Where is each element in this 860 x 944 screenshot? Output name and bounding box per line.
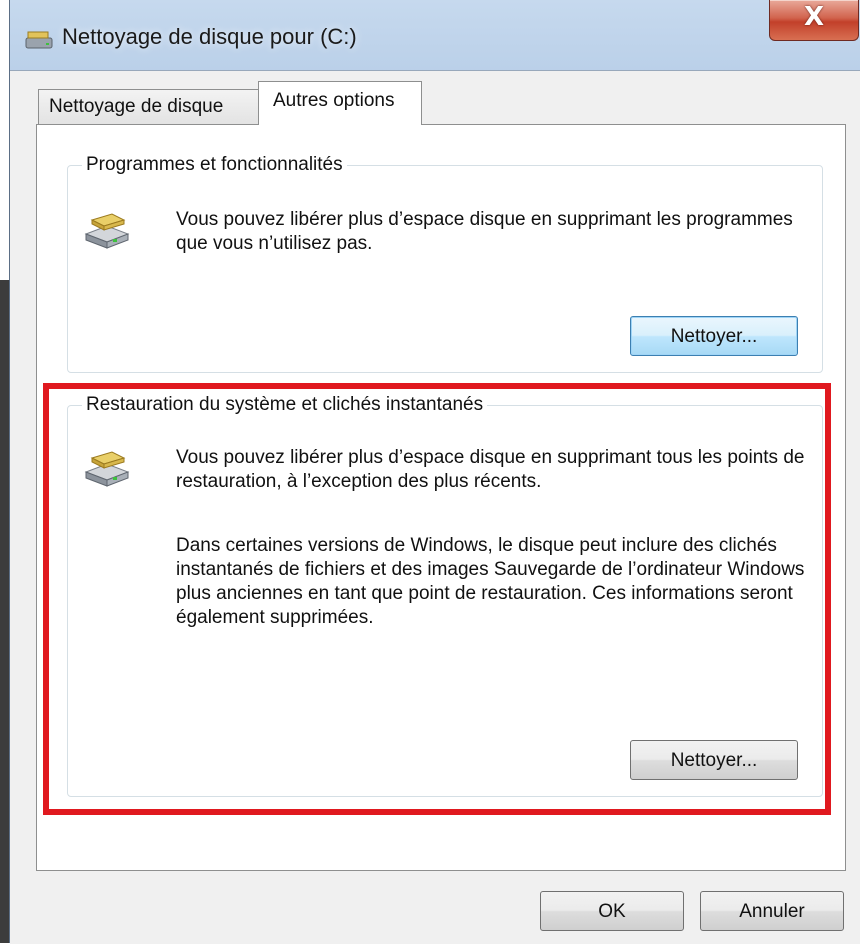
group-restauration-systeme: Restauration du système et clichés insta… bbox=[67, 394, 823, 797]
tab-nettoyage-de-disque[interactable]: Nettoyage de disque bbox=[38, 89, 260, 124]
drive-cleanup-icon bbox=[84, 451, 130, 487]
disk-cleanup-dialog: Nettoyage de disque pour (C:) X Nettoyag… bbox=[9, 0, 860, 944]
close-button[interactable]: X bbox=[769, 0, 859, 41]
programs-cleanup-button[interactable]: Nettoyer... bbox=[630, 316, 798, 356]
disk-cleanup-app-icon bbox=[25, 31, 53, 49]
restore-cleanup-button[interactable]: Nettoyer... bbox=[630, 740, 798, 780]
group-title: Restauration du système et clichés insta… bbox=[82, 394, 488, 416]
cancel-button[interactable]: Annuler bbox=[700, 891, 844, 931]
group-programmes-fonctionnalites: Programmes et fonctionnalités Vous pouve… bbox=[67, 154, 823, 373]
ok-button[interactable]: OK bbox=[540, 891, 684, 931]
close-icon: X bbox=[803, 2, 825, 32]
group-title: Programmes et fonctionnalités bbox=[82, 154, 347, 176]
programs-description: Vous pouvez libérer plus d’espace disque… bbox=[176, 209, 793, 254]
drive-cleanup-icon bbox=[84, 213, 130, 249]
tab-panel-autres-options: Programmes et fonctionnalités Vous pouve… bbox=[36, 124, 846, 871]
shadow-copies-description: Dans certaines versions de Windows, le d… bbox=[176, 535, 805, 628]
window-title: Nettoyage de disque pour (C:) bbox=[62, 24, 357, 49]
restore-description: Vous pouvez libérer plus d’espace disque… bbox=[176, 447, 805, 492]
tab-autres-options[interactable]: Autres options bbox=[258, 81, 422, 125]
dialog-client-area: Nettoyage de disque Autres options Progr… bbox=[10, 70, 860, 944]
background-window-shadow bbox=[0, 280, 9, 943]
title-bar[interactable]: Nettoyage de disque pour (C:) X bbox=[10, 0, 860, 76]
